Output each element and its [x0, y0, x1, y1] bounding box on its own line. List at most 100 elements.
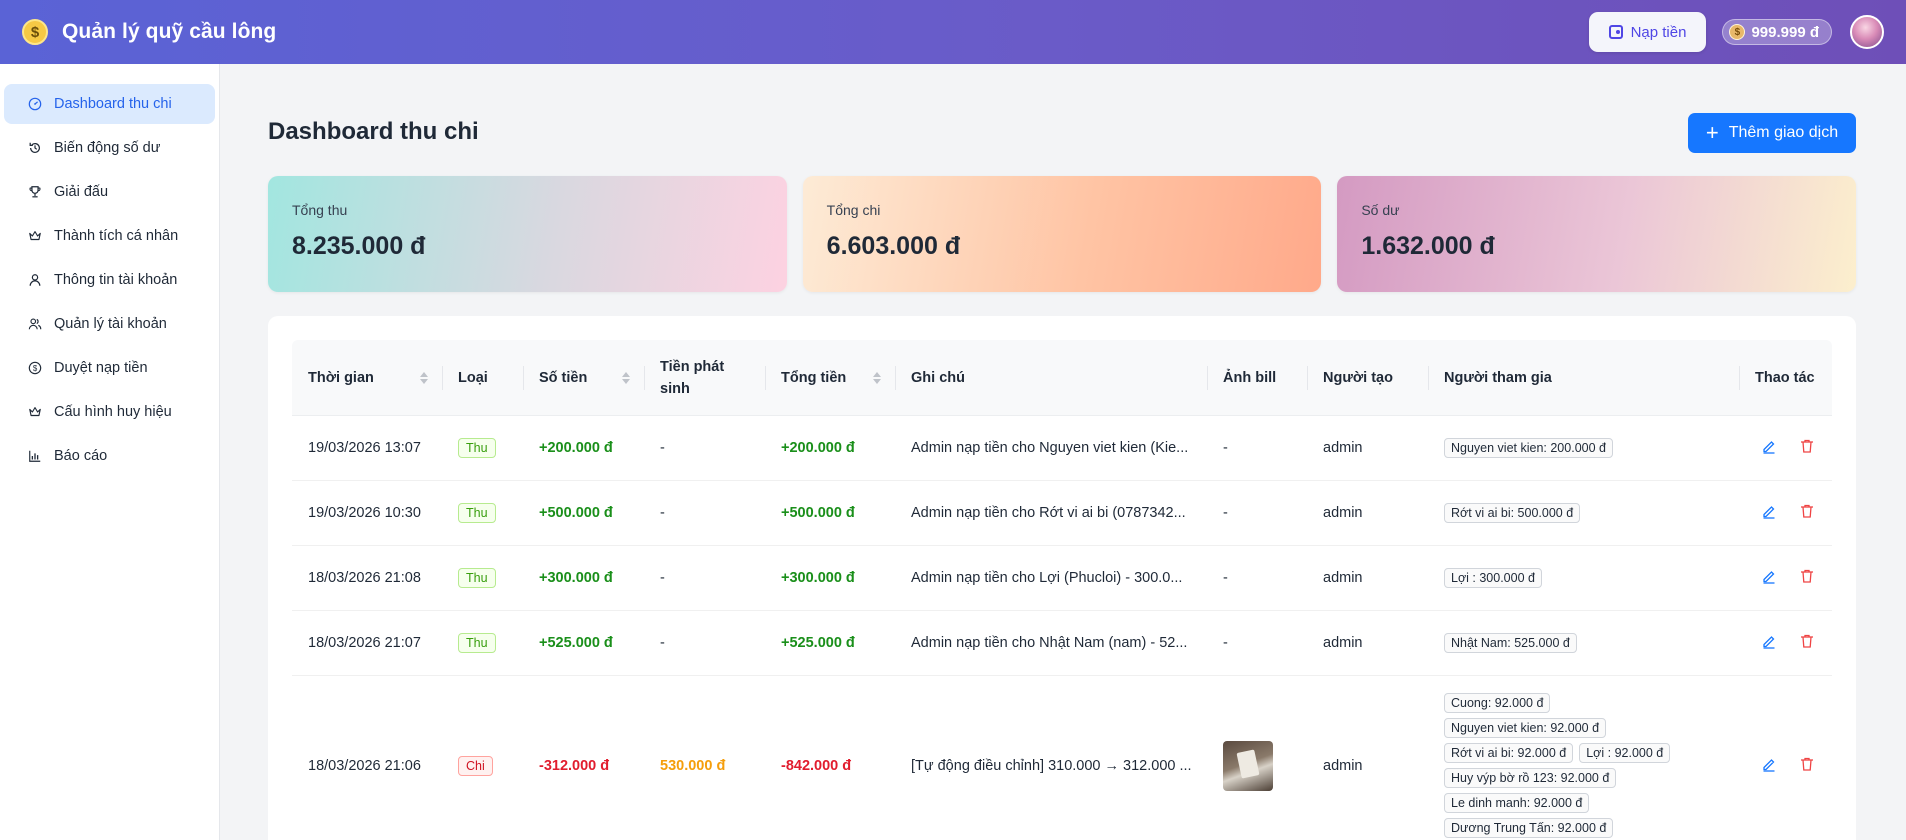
col-actions: Thao tác: [1739, 340, 1832, 415]
page-title: Dashboard thu chi: [268, 118, 479, 145]
sidebar-item-label: Dashboard thu chi: [54, 96, 172, 112]
col-total[interactable]: Tổng tiền: [765, 340, 895, 415]
col-amount[interactable]: Số tiền: [523, 340, 644, 415]
dashboard-icon: [28, 97, 42, 111]
cell-total: -842.000 đ: [781, 757, 852, 774]
col-creator: Người tạo: [1307, 340, 1428, 415]
cell-type: Thu: [442, 416, 523, 480]
col-time[interactable]: Thời gian: [292, 340, 442, 415]
cell-note: Admin nạp tiền cho Nhật Nam (nam) - 52..…: [911, 635, 1188, 651]
cell-time: 19/03/2026 13:07: [308, 440, 421, 456]
topup-button[interactable]: Nạp tiền: [1588, 12, 1707, 52]
edit-icon[interactable]: [1761, 756, 1777, 776]
cell-actions: [1739, 676, 1832, 840]
participant-chip: Lợi : 92.000 đ: [1579, 742, 1671, 763]
balance-value: 999.999 đ: [1751, 23, 1819, 41]
cell-creator: admin: [1323, 440, 1363, 456]
cell-amount: +300.000 đ: [539, 570, 613, 586]
cell-type: Thu: [442, 481, 523, 545]
delete-icon[interactable]: [1799, 438, 1815, 458]
col-extra-fee: Tiền phát sinh: [644, 340, 765, 415]
type-tag: Thu: [458, 438, 496, 458]
sidebar-item-account-info[interactable]: Thông tin tài khoản: [4, 260, 215, 300]
badge-icon: [28, 405, 42, 419]
delete-icon[interactable]: [1799, 568, 1815, 588]
cell-participants: Cuong: 92.000 đ Nguyen viet kien: 92.000…: [1428, 676, 1739, 840]
cell-total: +500.000 đ: [781, 505, 855, 521]
stats-row: Tổng thu 8.235.000 đ Tổng chi 6.603.000 …: [268, 176, 1857, 292]
cell-note: Admin nạp tiền cho Lợi (Phucloi) - 300.0…: [911, 570, 1183, 586]
avatar[interactable]: [1850, 15, 1884, 49]
svg-text:$: $: [33, 364, 38, 373]
table-row: 18/03/2026 21:08 Thu +300.000 đ - +300.0…: [292, 546, 1832, 611]
balance-badge[interactable]: $ 999.999 đ: [1722, 19, 1832, 45]
cell-amount: -312.000 đ: [539, 757, 610, 774]
sort-icon[interactable]: [420, 371, 428, 385]
sidebar-item-label: Thông tin tài khoản: [54, 272, 178, 288]
edit-icon[interactable]: [1761, 438, 1777, 458]
edit-icon[interactable]: [1761, 503, 1777, 523]
top-header: $ Quản lý quỹ cầu lông Nạp tiền $ 999.99…: [0, 0, 1906, 64]
add-transaction-button[interactable]: + Thêm giao dịch: [1688, 113, 1856, 153]
type-tag: Chi: [458, 755, 493, 776]
cell-total: +525.000 đ: [781, 635, 855, 651]
delete-icon[interactable]: [1799, 503, 1815, 523]
cell-extra-fee: -: [660, 440, 665, 456]
col-note: Ghi chú: [895, 340, 1207, 415]
sidebar-item-reports[interactable]: Báo cáo: [4, 436, 215, 476]
cell-bill: -: [1223, 505, 1228, 521]
cell-extra-fee: -: [660, 635, 665, 651]
balance-card-value: 1.632.000 đ: [1361, 232, 1495, 260]
dollar-icon: $: [28, 361, 42, 375]
coin-icon: $: [1729, 24, 1746, 40]
sort-icon[interactable]: [873, 371, 881, 385]
type-tag: Thu: [458, 633, 496, 653]
chart-icon: [28, 449, 42, 463]
sidebar-item-badge-config[interactable]: Cấu hình huy hiệu: [4, 392, 215, 432]
sidebar-item-label: Duyệt nạp tiền: [54, 360, 148, 376]
sidebar-item-achievements[interactable]: Thành tích cá nhân: [4, 216, 215, 256]
sort-icon[interactable]: [622, 371, 630, 385]
sidebar-item-label: Thành tích cá nhân: [54, 228, 179, 244]
sidebar-item-dashboard[interactable]: Dashboard thu chi: [4, 84, 215, 124]
crown-icon: [28, 229, 42, 243]
delete-icon[interactable]: [1799, 756, 1815, 776]
table-row: 18/03/2026 21:06 Chi -312.000 đ 530.000 …: [292, 676, 1832, 840]
table-row: 18/03/2026 21:07 Thu +525.000 đ - +525.0…: [292, 611, 1832, 676]
col-bill: Ảnh bill: [1207, 340, 1307, 415]
cell-extra-fee: 530.000 đ: [660, 757, 726, 774]
cell-type: Thu: [442, 546, 523, 610]
transactions-panel: Thời gian Loại Số tiền Tiền phát sinh Tổn…: [268, 316, 1856, 840]
transactions-table: Thời gian Loại Số tiền Tiền phát sinh Tổn…: [292, 340, 1832, 840]
cell-actions: [1739, 546, 1832, 610]
cell-actions: [1739, 611, 1832, 675]
wallet-icon: [1608, 25, 1623, 39]
participant-chip: Nguyen viet kien: 200.000 đ: [1444, 437, 1613, 458]
participant-chip: Rớt vi ai bi: 92.000 đ: [1444, 742, 1574, 763]
participant-chip: Dương Trung Tấn: 92.000 đ: [1444, 817, 1614, 838]
expense-card: Tổng chi 6.603.000 đ: [802, 176, 1322, 292]
delete-icon[interactable]: [1799, 633, 1815, 653]
edit-icon[interactable]: [1761, 633, 1777, 653]
cell-time: 18/03/2026 21:07: [308, 635, 421, 651]
sidebar-item-balance-history[interactable]: Biến động số dư: [4, 128, 215, 168]
cell-type: Chi: [442, 676, 523, 840]
sidebar-item-label: Báo cáo: [54, 448, 108, 464]
sidebar-item-topup-approval[interactable]: $ Duyệt nạp tiền: [4, 348, 215, 388]
edit-icon[interactable]: [1761, 568, 1777, 588]
sidebar-item-tournaments[interactable]: Giải đấu: [4, 172, 215, 212]
participant-chip: Nhật Nam: 525.000 đ: [1444, 632, 1577, 653]
income-card: Tổng thu 8.235.000 đ: [268, 176, 787, 292]
bill-image[interactable]: [1223, 740, 1273, 791]
cell-participants: Nhật Nam: 525.000 đ: [1428, 611, 1739, 675]
cell-bill: -: [1223, 440, 1228, 456]
sidebar-item-account-management[interactable]: Quản lý tài khoản: [4, 304, 215, 344]
cell-amount: +500.000 đ: [539, 505, 613, 521]
sidebar: Dashboard thu chi Biến động số dư Giải đ…: [0, 64, 220, 840]
plus-icon: +: [1705, 120, 1719, 145]
cell-total: +300.000 đ: [781, 570, 855, 586]
cell-total: +200.000 đ: [781, 440, 855, 456]
col-type: Loại: [442, 340, 523, 415]
participant-chip: Cuong: 92.000 đ: [1444, 692, 1551, 713]
participant-chip: Nguyen viet kien: 92.000 đ: [1444, 717, 1607, 738]
